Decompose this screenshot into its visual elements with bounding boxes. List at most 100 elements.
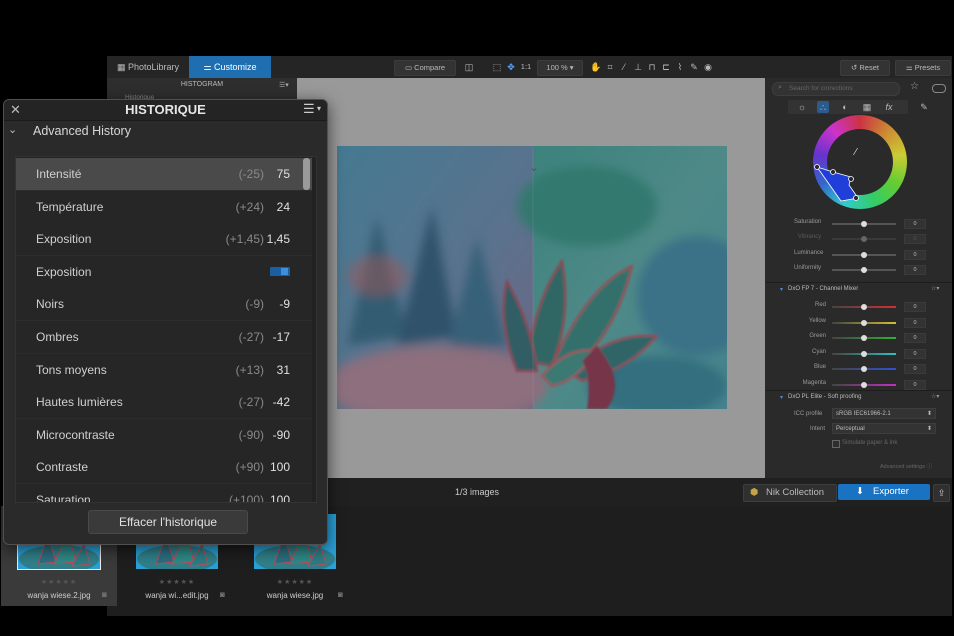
crop-fit-icon[interactable]: ⬚ [491, 61, 503, 73]
sliders-icon: ⚌ [203, 62, 215, 72]
slider-knob[interactable] [861, 335, 867, 341]
saturation-slider[interactable] [832, 221, 896, 227]
slider-knob[interactable] [861, 304, 867, 310]
icc-profile-select[interactable]: sRGB IEC61966-2.1 ⬍ [832, 408, 936, 419]
zoom-1to1-button[interactable]: 1:1 [519, 60, 533, 74]
history-row[interactable]: Microcontraste (-90) -90 [16, 418, 312, 452]
clear-history-button[interactable]: Effacer l'historique [88, 510, 248, 534]
history-row[interactable]: Ombres (-27) -17 [16, 321, 312, 354]
mixer-slider-cyan[interactable] [832, 350, 896, 357]
mixer-value-green[interactable]: 0 [904, 333, 926, 343]
retouch-icon[interactable]: ⊏ [660, 61, 672, 73]
collapse-icon[interactable]: ▾ [780, 394, 783, 401]
history-row[interactable]: Exposition (+1,45) 1,45 [16, 223, 312, 257]
slider-knob[interactable] [861, 319, 867, 326]
mixer-slider-blue[interactable] [832, 366, 896, 372]
history-row[interactable]: Température (+24) 24 [16, 190, 312, 224]
history-toggle[interactable] [270, 266, 290, 276]
export-button[interactable]: ⬇ Exporter [838, 484, 930, 500]
mixer-value-cyan[interactable]: 0 [904, 348, 926, 359]
history-row[interactable]: Noirs (-9) -9 [16, 288, 312, 322]
luminance-slider[interactable] [832, 252, 896, 258]
tab-photolibrary[interactable]: ▦ PhotoLibrary [107, 56, 189, 78]
star-rating[interactable]: ★★★★★ [119, 578, 235, 586]
channel-mixer-title[interactable]: DxO FP 7 - Channel Mixer [788, 286, 858, 292]
presets-button[interactable]: ⚌ Presets [895, 60, 951, 76]
slider-knob[interactable] [861, 381, 867, 388]
history-row[interactable]: Hautes lumières (-27) -42 [16, 386, 312, 420]
eyedropper-icon[interactable]: ⁄ [618, 61, 630, 73]
history-row-new-value: -42 [272, 395, 290, 410]
effects-icon[interactable]: fx [883, 101, 895, 113]
mixer-slider-red[interactable] [832, 304, 896, 310]
layout-icon[interactable]: ◫ [463, 61, 475, 73]
mixer-slider-green[interactable] [832, 335, 896, 341]
slider-knob[interactable] [861, 366, 867, 372]
star-rating[interactable]: ★★★★★ [237, 578, 353, 586]
compare-button[interactable]: ▭ Compare [394, 60, 456, 76]
saturation-value[interactable]: 0 [904, 219, 926, 229]
hand-tool-icon[interactable]: ✋ [590, 61, 602, 73]
history-row-name: Tons moyens [36, 362, 107, 377]
toggle-switch[interactable] [932, 84, 946, 93]
history-scrollbar[interactable] [303, 158, 310, 190]
history-list[interactable]: Intensité (-25) 75 Température (+24) 24 Expo… [15, 156, 317, 503]
grid-icon: ▦ [116, 62, 128, 72]
uniformity-slider[interactable] [832, 267, 896, 273]
tab-customize[interactable]: ⚌ Customize [189, 56, 271, 78]
menu-icon[interactable]: ☰▾ [279, 81, 289, 89]
split-handle-icon[interactable]: ⌄ [529, 160, 539, 174]
star-rating[interactable]: ★★★★★ [1, 578, 117, 586]
simulate-checkbox[interactable] [832, 440, 840, 448]
eye-icon[interactable]: ◉ [702, 61, 714, 73]
search-input[interactable]: ⌕ Search for corrections [772, 82, 900, 96]
color-icon[interactable]: ⛬ [817, 101, 829, 113]
mixer-value-red[interactable]: 0 [904, 302, 926, 312]
collapse-icon[interactable]: ▾ [780, 286, 783, 293]
intent-select[interactable]: Perceptual ⬍ [832, 423, 936, 434]
horizon-tool-icon[interactable]: ⊥ [632, 61, 644, 73]
reset-button[interactable]: ↺ Reset [840, 60, 890, 76]
picker-icon[interactable]: ✎ [918, 101, 930, 113]
history-row[interactable]: Contraste (+90) 100 [16, 451, 312, 485]
slider-knob[interactable] [861, 350, 867, 357]
luminance-value[interactable]: 0 [904, 250, 926, 260]
softproof-title[interactable]: DxO PL Elite - Soft proofing [788, 394, 861, 400]
vibrancy-slider [832, 236, 896, 242]
history-titlebar[interactable]: ✕ HISTORIQUE ☰ ▾ [4, 100, 327, 121]
star-icon[interactable]: ☆ [910, 81, 919, 92]
history-row[interactable]: Tons moyens (+13) 31 [16, 353, 312, 387]
brush-icon[interactable]: ⌇ [674, 61, 686, 73]
history-title: HISTORIQUE [125, 102, 206, 117]
repair-icon[interactable]: ✎ [688, 61, 700, 73]
share-icon[interactable]: ⇪ [933, 484, 950, 502]
mixer-slider-yellow[interactable] [832, 319, 896, 326]
uniformity-value[interactable]: 0 [904, 265, 926, 275]
history-row[interactable]: Intensité (-25) 75 [16, 158, 312, 191]
nik-collection-button[interactable]: ⬢ Nik Collection [743, 484, 837, 502]
color-wheel[interactable] [813, 115, 907, 209]
history-row-new-value: -9 [279, 297, 290, 312]
zoom-fit-icon[interactable]: ✥ [505, 61, 517, 73]
crop-tool-icon[interactable]: ⌗ [604, 61, 616, 73]
mixer-value-magenta[interactable]: 0 [904, 379, 926, 390]
history-row[interactable]: Saturation (+100) 100 [16, 484, 312, 503]
mixer-value-blue[interactable]: 0 [904, 364, 926, 374]
history-row[interactable]: Exposition [16, 255, 312, 289]
star-icon[interactable]: ☆▾ [931, 285, 939, 292]
mixer-value-yellow[interactable]: 0 [904, 317, 926, 328]
chevron-down-icon[interactable]: ▾ [317, 104, 321, 113]
menu-icon[interactable]: ☰ [303, 101, 315, 117]
perspective-icon[interactable]: ⊓ [646, 61, 658, 73]
eyedropper-icon[interactable]: ⁄ [855, 147, 857, 158]
info-icon: ⓘ [926, 464, 932, 470]
star-icon[interactable]: ☆▾ [931, 393, 939, 400]
light-icon[interactable]: ☼ [796, 101, 808, 113]
geometry-icon[interactable]: ▦ [861, 101, 873, 113]
history-row-name: Saturation [36, 493, 91, 503]
advanced-settings-link[interactable]: Advanced settings ⓘ [880, 462, 932, 470]
mixer-slider-magenta[interactable] [832, 381, 896, 388]
chevron-down-icon[interactable]: ⌄ [8, 123, 17, 136]
zoom-select[interactable]: 100 % ▾ [537, 60, 583, 76]
detail-icon[interactable]: ◐ [839, 101, 851, 113]
